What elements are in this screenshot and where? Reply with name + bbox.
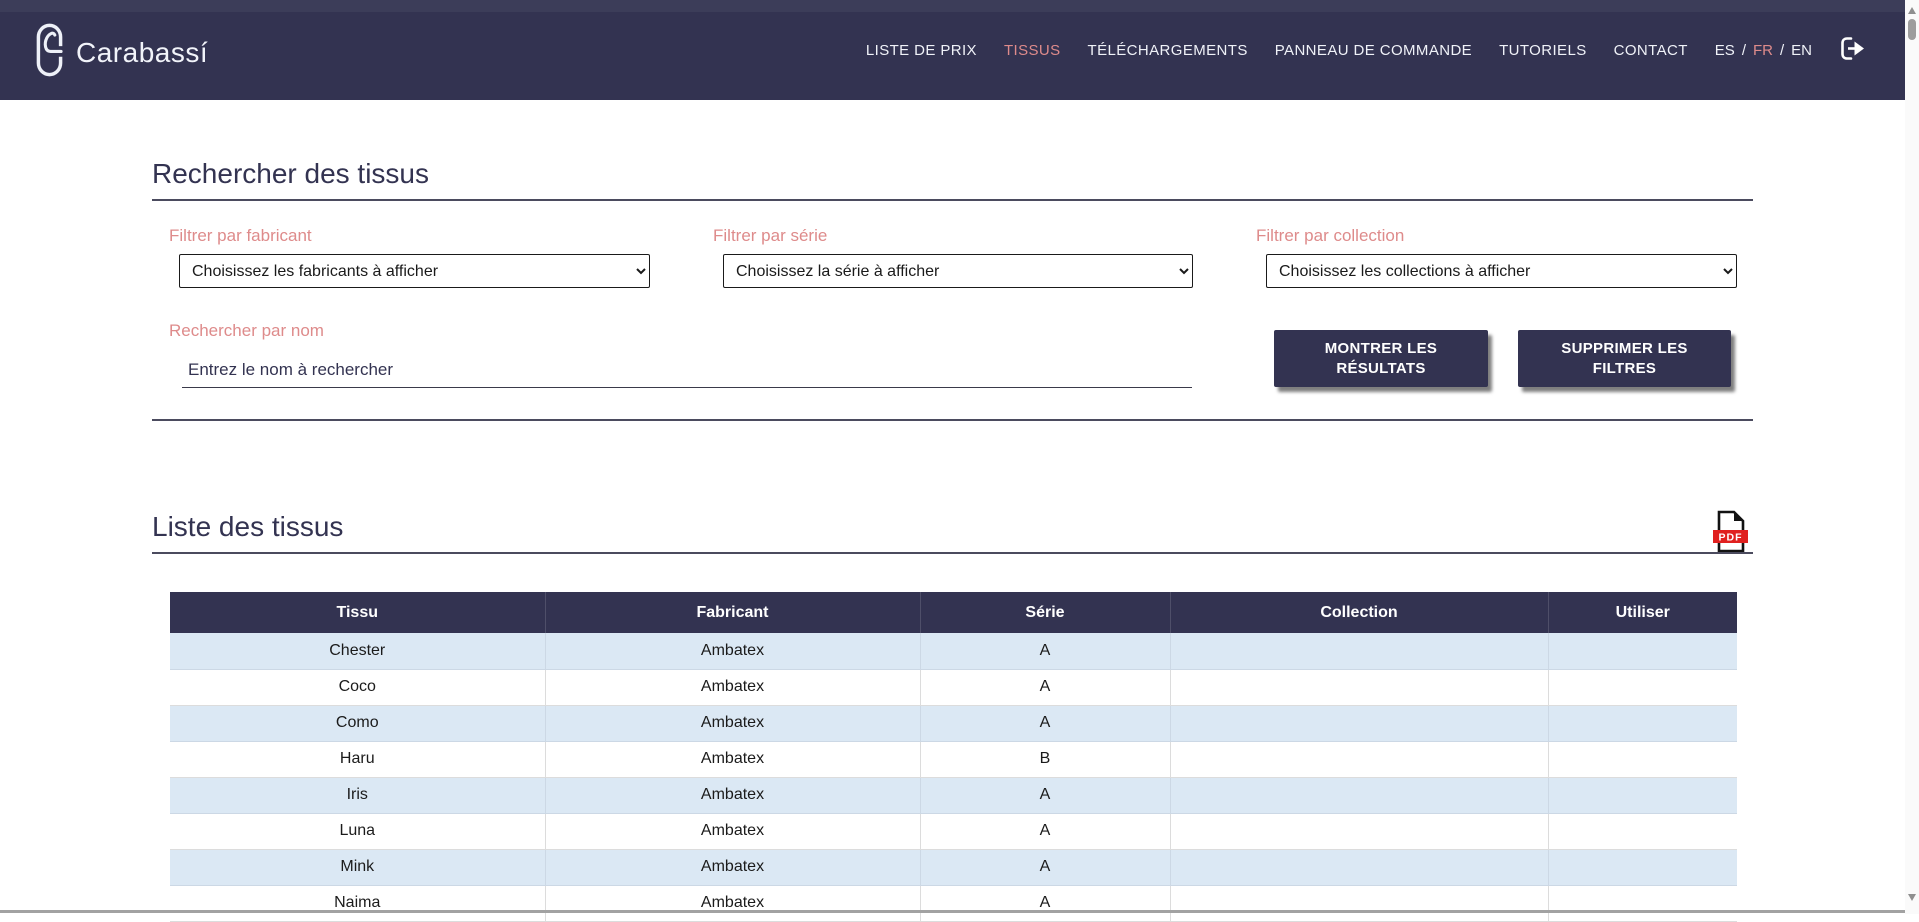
lang-es[interactable]: ES (1715, 42, 1735, 59)
table-row: ComoAmbatexA (170, 705, 1737, 741)
table-row: MinkAmbatexA (170, 849, 1737, 885)
table-cell (1170, 705, 1548, 741)
table-cell (1548, 777, 1737, 813)
main-nav: LISTE DE PRIX TISSUS TÉLÉCHARGEMENTS PANNEA… (866, 0, 1867, 100)
table-cell: A (920, 813, 1170, 849)
table-cell (1548, 849, 1737, 885)
table-cell (1548, 885, 1737, 921)
language-switcher: ES / FR / EN (1715, 42, 1812, 59)
table-row: IrisAmbatexA (170, 777, 1737, 813)
table-cell (1548, 813, 1737, 849)
table-cell: A (920, 777, 1170, 813)
table-cell: Naima (170, 885, 545, 921)
serie-filter-label: Filtrer par série (713, 226, 827, 246)
table-cell (1170, 669, 1548, 705)
table-cell: Mink (170, 849, 545, 885)
lang-separator: / (1742, 42, 1746, 59)
col-header-fabricant: Fabricant (545, 592, 920, 633)
scrollbar-thumb[interactable] (1908, 19, 1916, 40)
list-title-divider (152, 552, 1753, 554)
serie-select[interactable]: Choisissez la série à afficher (723, 254, 1193, 288)
table-row: NaimaAmbatexA (170, 885, 1737, 921)
col-header-collection: Collection (1170, 592, 1548, 633)
table-cell (1170, 813, 1548, 849)
brand[interactable]: Carabassí (36, 22, 208, 83)
col-header-tissu: Tissu (170, 592, 545, 633)
table-cell (1170, 633, 1548, 669)
logout-icon (1839, 35, 1867, 65)
lang-en[interactable]: EN (1791, 42, 1812, 59)
table-row: CocoAmbatexA (170, 669, 1737, 705)
col-header-serie: Série (920, 592, 1170, 633)
vertical-scrollbar[interactable] (1905, 0, 1919, 914)
top-navbar: Carabassí LISTE DE PRIX TISSUS TÉLÉCHARGEM… (0, 0, 1905, 100)
collection-select[interactable]: Choisissez les collections à afficher (1266, 254, 1737, 288)
table-cell: Chester (170, 633, 545, 669)
table-cell: Iris (170, 777, 545, 813)
table-cell: A (920, 885, 1170, 921)
window-bottom-edge (0, 910, 1905, 913)
scrollbar-down-arrow-icon[interactable] (1908, 894, 1916, 901)
logout-button[interactable] (1839, 35, 1867, 65)
table-cell: A (920, 669, 1170, 705)
nav-item-contact[interactable]: CONTACT (1614, 42, 1688, 59)
list-section-title: Liste des tissus (152, 511, 343, 543)
table-cell (1548, 705, 1737, 741)
table-cell (1170, 885, 1548, 921)
table-cell: Ambatex (545, 741, 920, 777)
table-cell: B (920, 741, 1170, 777)
nav-item-liste-de-prix[interactable]: LISTE DE PRIX (866, 42, 977, 59)
table-cell: Luna (170, 813, 545, 849)
export-pdf-icon[interactable]: PDF (1712, 510, 1749, 558)
table-cell: Haru (170, 741, 545, 777)
brand-logo-icon (36, 22, 63, 83)
fabric-table-body: ChesterAmbatexACocoAmbatexAComoAmbatexAH… (170, 633, 1737, 921)
clear-filters-button[interactable]: SUPPRIMER LES FILTRES (1518, 330, 1731, 387)
table-row: HaruAmbatexB (170, 741, 1737, 777)
table-cell: Ambatex (545, 633, 920, 669)
table-row: LunaAmbatexA (170, 813, 1737, 849)
table-cell: A (920, 633, 1170, 669)
collection-filter-label: Filtrer par collection (1256, 226, 1404, 246)
table-cell (1170, 777, 1548, 813)
nav-item-t-l-chargements[interactable]: TÉLÉCHARGEMENTS (1088, 42, 1248, 59)
table-cell: Ambatex (545, 885, 920, 921)
table-cell: Ambatex (545, 849, 920, 885)
name-search-input[interactable] (182, 352, 1192, 388)
scrollbar-up-arrow-icon[interactable] (1908, 7, 1916, 14)
fabricant-filter-label: Filtrer par fabricant (169, 226, 312, 246)
nav-item-tissus[interactable]: TISSUS (1004, 42, 1061, 59)
search-title-divider (152, 199, 1753, 201)
table-cell (1170, 849, 1548, 885)
table-cell: Ambatex (545, 669, 920, 705)
table-cell: Ambatex (545, 705, 920, 741)
table-cell: Como (170, 705, 545, 741)
lang-fr[interactable]: FR (1753, 42, 1773, 59)
table-cell: Ambatex (545, 777, 920, 813)
fabric-table-header: Tissu Fabricant Série Collection Utilise… (170, 592, 1737, 633)
table-row: ChesterAmbatexA (170, 633, 1737, 669)
pdf-badge-text: PDF (1719, 532, 1743, 544)
nav-item-tutoriels[interactable]: TUTORIELS (1499, 42, 1587, 59)
lang-separator: / (1780, 42, 1784, 59)
table-cell: Coco (170, 669, 545, 705)
fabric-table: Tissu Fabricant Série Collection Utilise… (170, 592, 1737, 922)
show-results-button[interactable]: MONTRER LES RÉSULTATS (1274, 330, 1488, 387)
table-cell (1548, 741, 1737, 777)
section-divider (152, 419, 1753, 421)
table-cell: Ambatex (545, 813, 920, 849)
table-cell: A (920, 849, 1170, 885)
table-cell (1548, 633, 1737, 669)
fabricant-select[interactable]: Choisissez les fabricants à afficher (179, 254, 650, 288)
table-cell: A (920, 705, 1170, 741)
search-section-title: Rechercher des tissus (152, 158, 429, 190)
table-cell (1548, 669, 1737, 705)
nav-item-panneau-de-commande[interactable]: PANNEAU DE COMMANDE (1275, 42, 1472, 59)
table-cell (1170, 741, 1548, 777)
col-header-utiliser: Utiliser (1548, 592, 1737, 633)
brand-name: Carabassí (76, 37, 208, 69)
name-search-label: Rechercher par nom (169, 321, 324, 341)
